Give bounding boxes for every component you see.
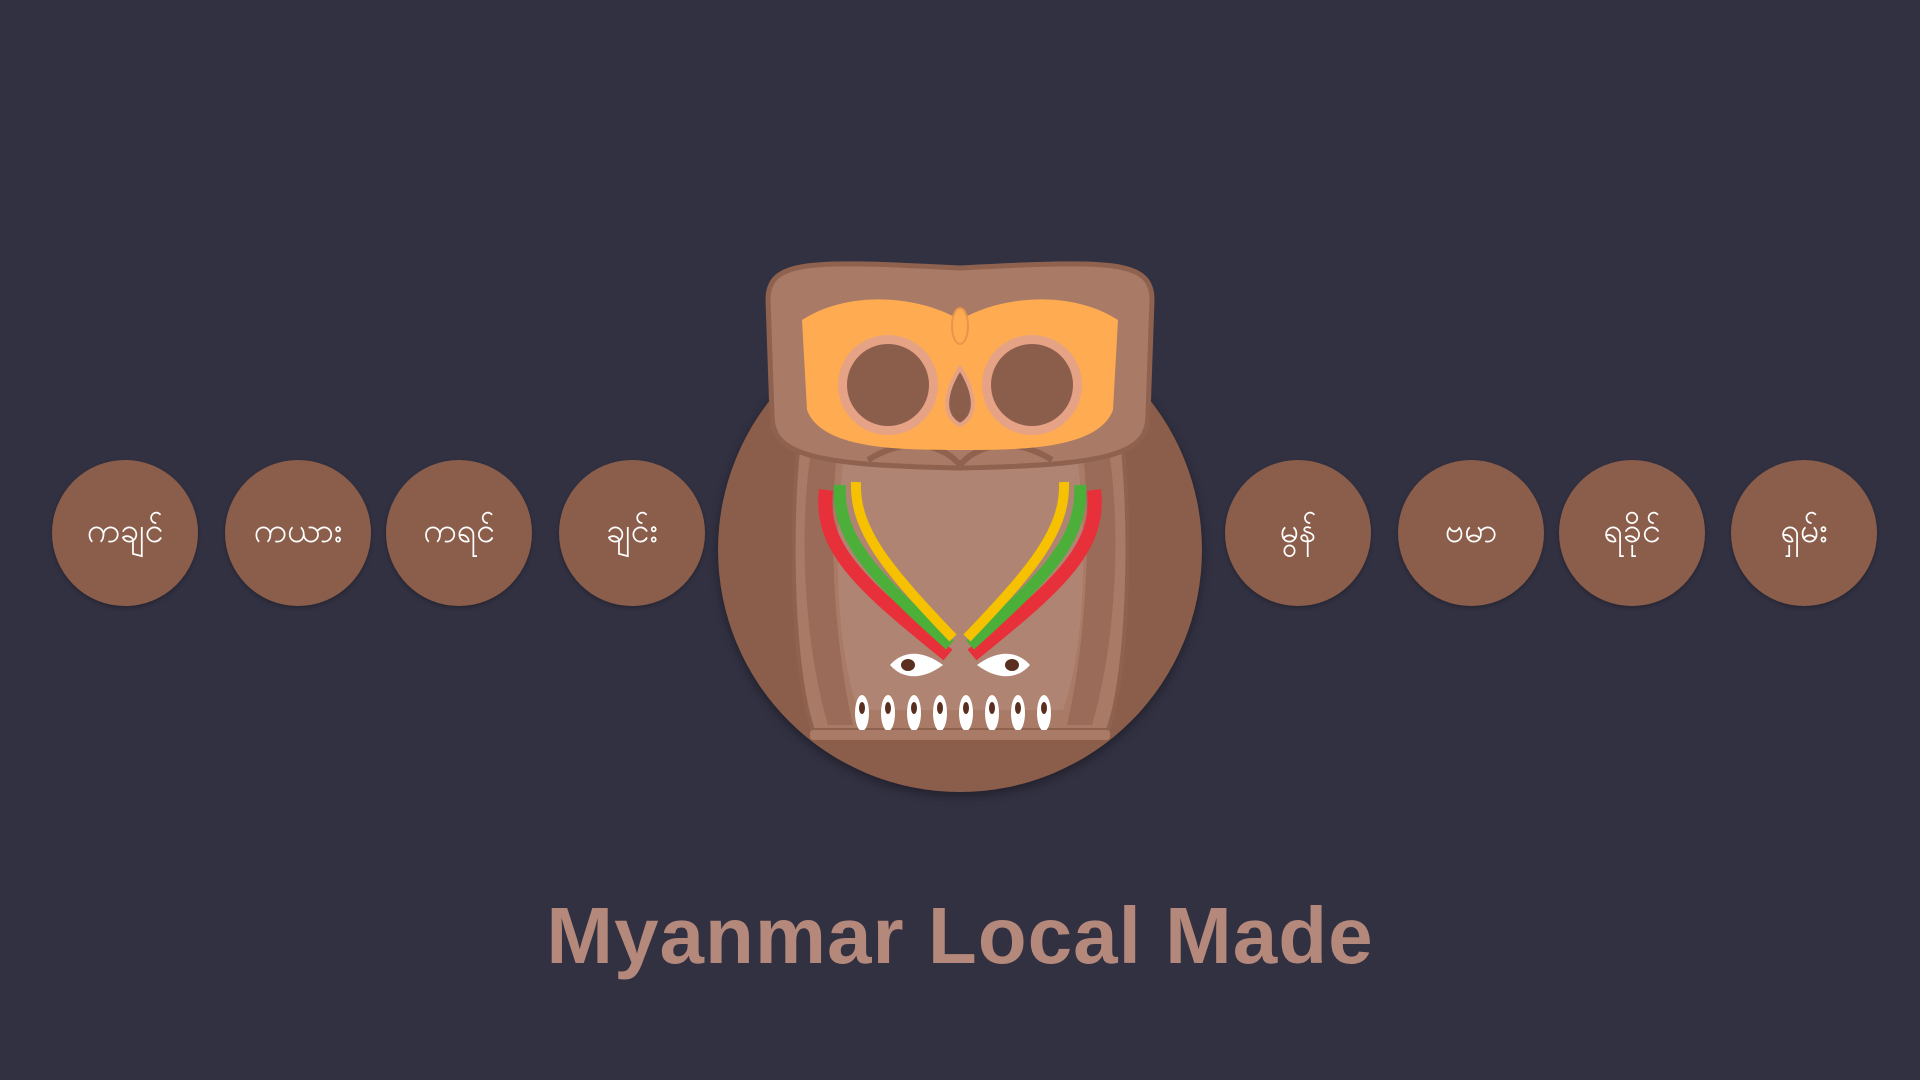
state-button-kayin[interactable]: ကရင်	[386, 460, 532, 606]
state-label: ရှမ်း	[1780, 510, 1828, 551]
state-button-kachin[interactable]: ကချင်	[52, 460, 198, 606]
owl-logo-icon[interactable]	[718, 260, 1202, 760]
state-label: ဗမာ	[1444, 510, 1498, 551]
state-label: ကယား	[253, 510, 343, 551]
state-button-chin[interactable]: ချင်း	[559, 460, 705, 606]
state-button-shan[interactable]: ရှမ်း	[1731, 460, 1877, 606]
brand-title: Myanmar Local Made	[546, 891, 1374, 980]
state-button-rakhine[interactable]: ရခိုင်	[1559, 460, 1705, 606]
state-label: ကရင်	[423, 510, 495, 551]
state-button-bamar[interactable]: ဗမာ	[1398, 460, 1544, 606]
state-label: ရခိုင်	[1603, 510, 1661, 551]
main-stage: ကချင် ကယား ကရင် ချင်း မွန် ဗမာ ရခိုင် ရှ…	[0, 0, 1920, 1080]
state-label: ကချင်	[86, 510, 164, 551]
state-button-kayah[interactable]: ကယား	[225, 460, 371, 606]
state-label: ချင်း	[606, 510, 658, 551]
state-button-mon[interactable]: မွန်	[1225, 460, 1371, 606]
state-label: မွန်	[1279, 510, 1317, 551]
